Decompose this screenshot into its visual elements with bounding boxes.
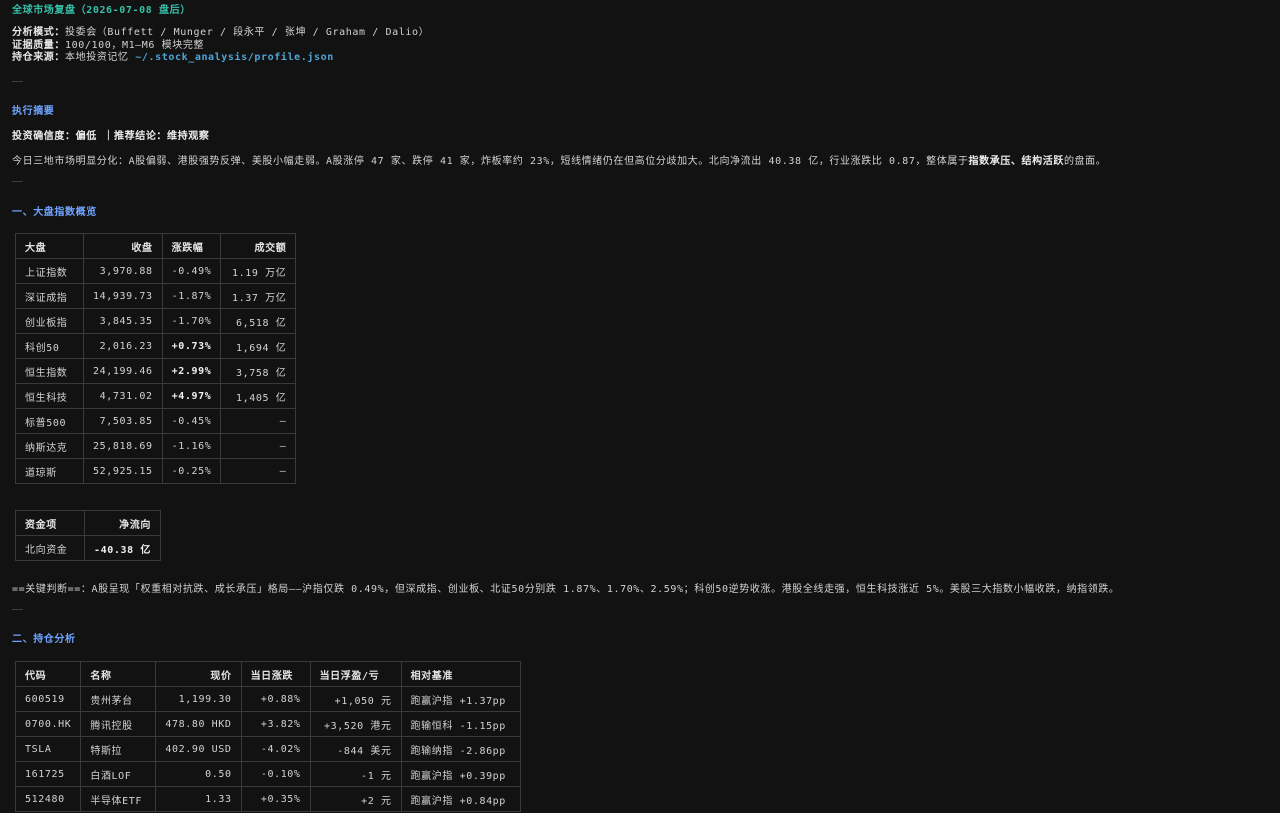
summary-heading: 执行摘要 — [12, 106, 55, 117]
table-header-row: 大盘 收盘 涨跌幅 成交额 — [15, 233, 297, 259]
table-row: TSLA 特斯拉 402.90 USD -4.02% -844 美元 跑输纳指 -2.86… — [14, 736, 521, 762]
column-header: 代码 — [14, 661, 82, 687]
table-row: 上证指数 3,970.88 -0.49% 1.19 万亿 — [15, 258, 297, 284]
table-row: 深证成指 14,939.73 -1.87% 1.37 万亿 — [15, 283, 297, 309]
table-row: 恒生指数 24,199.46 +2.99% 3,758 亿 — [15, 358, 297, 384]
table-row: 标普500 7,503.85 -0.45% — — [15, 408, 297, 434]
divider: —— — [12, 605, 23, 615]
confidence-line: 投资确信度：偏低 ｜推荐结论：维持观察 — [12, 131, 210, 142]
index-overview-heading: 一、大盘指数概览 — [12, 207, 97, 218]
table-header-row: 代码 名称 现价 当日涨跌 当日浮盈/亏 相对基准 — [14, 661, 521, 687]
column-header: 成交额 — [220, 233, 297, 259]
holdings-table: 代码 名称 现价 当日涨跌 当日浮盈/亏 相对基准 600519 贵州茅台 1,19… — [14, 661, 521, 812]
report-title: 全球市场复盘（2026-07-08 盘后） — [12, 5, 191, 16]
table-row: 科创50 2,016.23 +0.73% 1,694 亿 — [15, 333, 297, 359]
evidence-quality-line: 证据质量：100/100，M1–M6 模块完整 — [12, 39, 205, 51]
column-header: 相对基准 — [400, 661, 521, 687]
table-row: 161725 白酒LOF 0.50 -0.10% -1 元跑赢沪指 +0.39pp — [14, 761, 521, 787]
table-row: 512480 半导体ETF 1.33 +0.35% +2 元跑赢沪指 +0.84pp — [14, 786, 521, 812]
column-header: 现价 — [155, 661, 242, 687]
table-row: 0700.HK 腾讯控股 478.80 HKD +3.82% +3,520 港元 跑输恒科… — [14, 711, 521, 737]
column-header: 当日浮盈/亏 — [309, 661, 402, 687]
index-table: 大盘 收盘 涨跌幅 成交额 上证指数 3,970.88 -0.49% 1.19 万亿 … — [15, 233, 297, 484]
table-row: 创业板指 3,845.35 -1.70% 6,518 亿 — [15, 308, 297, 334]
column-header: 资金项 — [15, 510, 85, 536]
column-header: 名称 — [80, 661, 157, 687]
column-header: 收盘 — [83, 233, 163, 259]
column-header: 大盘 — [15, 233, 84, 259]
capital-flow-table: 资金项 净流向 北向资金 -40.38 亿 — [15, 510, 161, 561]
divider: —— — [12, 177, 23, 187]
holdings-source-line: 持仓来源：本地投资记忆 ~/.stock_analysis/profile.js… — [12, 52, 334, 63]
column-header: 涨跌幅 — [161, 233, 222, 259]
analysis-mode-line: 分析模式：投委会（Buffett / Munger / 段永平 / 张坤 / G… — [12, 27, 430, 38]
table-row: 道琼斯 52,925.15 -0.25% — — [15, 458, 297, 484]
table-header-row: 资金项 净流向 — [15, 510, 161, 536]
key-judgement-paragraph: ==关键判断==：A股呈现「权重相对抗跌、成长承压」格局——沪指仅跌 0.49%… — [12, 584, 1120, 595]
divider: —— — [12, 77, 23, 87]
column-header: 当日涨跌 — [240, 661, 311, 687]
summary-paragraph: 今日三地市场明显分化：A股偏弱、港股强势反弹、美股小幅走弱。A股涨停 47 家、… — [12, 156, 1107, 167]
table-row: 600519 贵州茅台 1,199.30 +0.88% +1,050 元跑赢沪指 +1.… — [14, 686, 521, 712]
table-row: 恒生科技 4,731.02 +4.97% 1,405 亿 — [15, 383, 297, 409]
holdings-heading: 二、持仓分析 — [12, 634, 76, 645]
column-header: 净流向 — [84, 510, 161, 536]
report-meta: 分析模式：投委会（Buffett / Munger / 段永平 / 张坤 / G… — [12, 27, 429, 65]
profile-path-link[interactable]: ~/.stock_analysis/profile.json — [135, 52, 334, 63]
table-row: 纳斯达克 25,818.69 -1.16% — — [15, 433, 297, 459]
table-row: 北向资金 -40.38 亿 — [15, 535, 161, 561]
